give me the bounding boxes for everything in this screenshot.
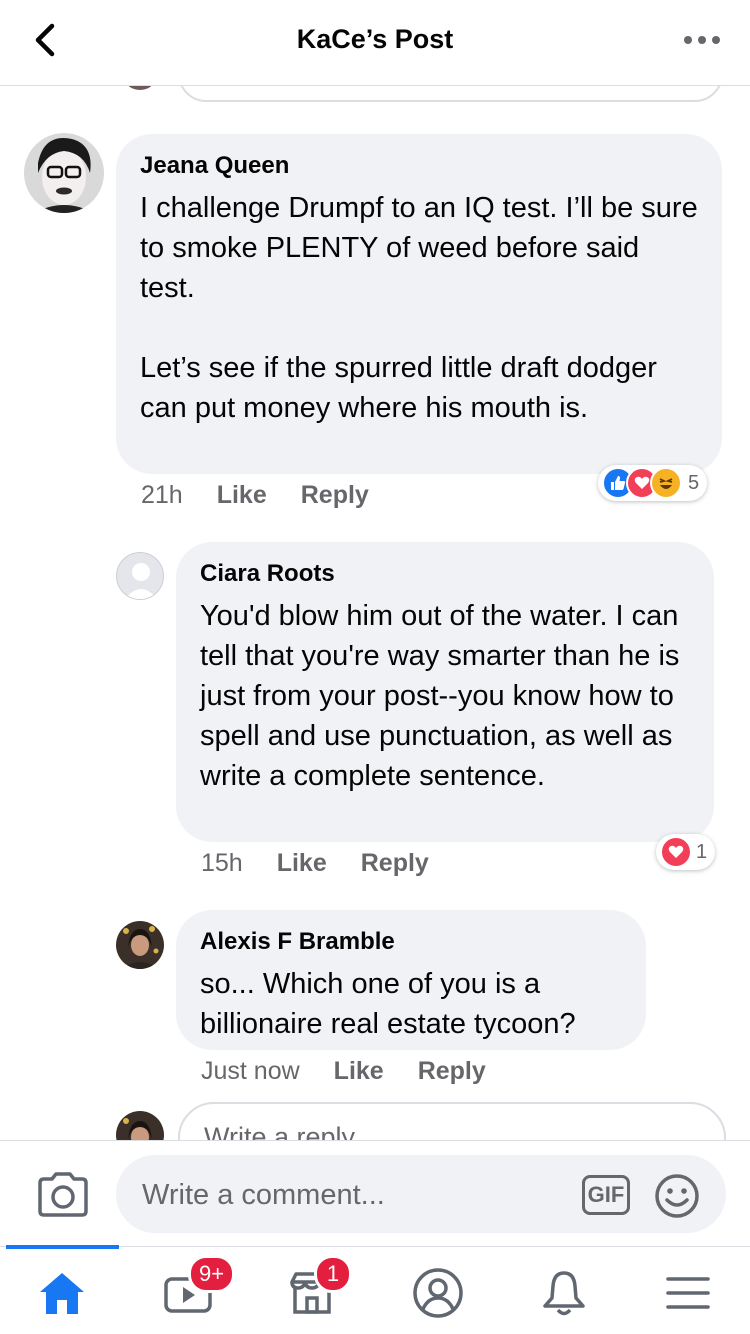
comment-input-placeholder: Write a comment...: [142, 1179, 385, 1211]
reaction-count: 5: [688, 471, 700, 494]
tab-watch[interactable]: 9+: [158, 1255, 236, 1321]
reply-button[interactable]: Reply: [361, 849, 429, 878]
comment-input[interactable]: Write a comment... GIF: [116, 1155, 726, 1233]
avatar-ciara-roots[interactable]: [116, 552, 164, 600]
comment-time[interactable]: 15h: [201, 849, 243, 878]
camera-icon: [38, 1172, 88, 1217]
reaction-summary[interactable]: 5: [598, 465, 708, 501]
like-button[interactable]: Like: [277, 849, 327, 878]
smiley-icon: [655, 1174, 699, 1218]
comment-meta: 15h Like Reply: [201, 849, 429, 878]
avatar: [116, 1111, 164, 1140]
comment-author[interactable]: Ciara Roots: [200, 560, 690, 588]
comment-meta: 21h Like Reply: [141, 481, 369, 510]
page-title: KaCe’s Post: [296, 24, 454, 54]
comment-time[interactable]: 21h: [141, 481, 183, 510]
tab-home[interactable]: [32, 1265, 92, 1321]
reply-input[interactable]: Write a reply...: [178, 1102, 726, 1140]
profile-icon: [413, 1268, 463, 1318]
reaction-summary[interactable]: 1: [656, 834, 716, 870]
comment-text: You'd blow him out of the water. I can t…: [200, 600, 680, 792]
watch-badge: 9+: [188, 1255, 236, 1293]
active-tab-indicator: [6, 1245, 119, 1249]
comment-meta: Just now Like Reply: [201, 1057, 486, 1086]
like-button[interactable]: Like: [334, 1057, 384, 1086]
bell-icon: [543, 1271, 585, 1316]
reply-button[interactable]: Reply: [418, 1057, 486, 1086]
comment-bubble[interactable]: Ciara Roots You'd blow him out of the wa…: [176, 542, 714, 842]
reply-button[interactable]: Reply: [301, 481, 369, 510]
tab-notifications[interactable]: [534, 1265, 594, 1321]
tab-marketplace[interactable]: 1: [282, 1255, 352, 1321]
header-bar: KaCe’s Post: [0, 0, 750, 86]
camera-button[interactable]: [36, 1171, 90, 1217]
comment-time[interactable]: Just now: [201, 1057, 300, 1086]
avatar: [120, 86, 160, 90]
like-button[interactable]: Like: [217, 481, 267, 510]
reaction-count: 1: [696, 840, 708, 863]
gif-button[interactable]: GIF: [582, 1175, 630, 1215]
home-icon: [40, 1273, 84, 1314]
comment-bubble[interactable]: Jeana Queen I challenge Drumpf to an IQ …: [116, 134, 722, 474]
more-dots-icon: [684, 36, 720, 44]
comment-text: so... Which one of you is a billionaire …: [200, 968, 576, 1040]
reply-input-placeholder: Write a reply...: [204, 1122, 376, 1140]
love-icon: [660, 836, 692, 868]
bottom-tab-bar: 9+ 1: [0, 1245, 750, 1334]
marketplace-badge: 1: [314, 1255, 352, 1293]
more-options-button[interactable]: [682, 28, 722, 52]
comment-author[interactable]: Alexis F Bramble: [200, 928, 622, 956]
comment-author[interactable]: Jeana Queen: [140, 152, 698, 180]
haha-icon: [650, 467, 682, 499]
comment-bubble[interactable]: Alexis F Bramble so... Which one of you …: [176, 910, 646, 1050]
hamburger-menu-icon: [666, 1277, 710, 1309]
tab-menu[interactable]: [658, 1265, 718, 1321]
avatar-alexis-f-bramble[interactable]: [116, 921, 164, 969]
comment-composer: Write a comment... GIF: [0, 1140, 750, 1246]
avatar-jeana-queen[interactable]: [24, 133, 104, 213]
previous-reply-input[interactable]: [178, 86, 723, 102]
comment-text: I challenge Drumpf to an IQ test. I’ll b…: [140, 192, 698, 424]
tab-profile[interactable]: [408, 1265, 468, 1321]
comments-list[interactable]: Jeana Queen I challenge Drumpf to an IQ …: [0, 86, 750, 1140]
emoji-button[interactable]: [654, 1173, 700, 1219]
